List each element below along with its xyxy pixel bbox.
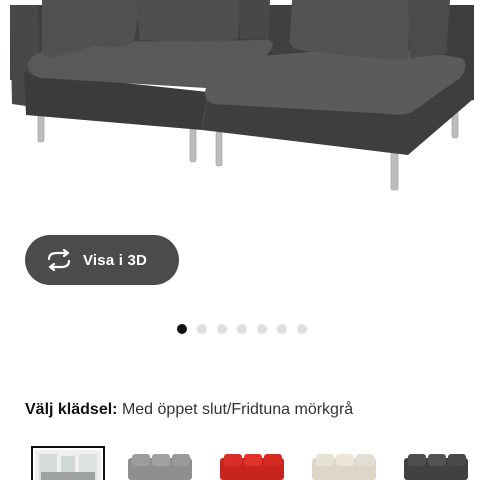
- fabric-swatches: [0, 446, 480, 480]
- swatch-grey[interactable]: [124, 450, 196, 480]
- swatch-red[interactable]: [216, 450, 288, 480]
- fabric-label: Välj klädsel:: [25, 401, 118, 418]
- carousel-dot[interactable]: [217, 324, 227, 334]
- carousel-dot[interactable]: [297, 324, 307, 334]
- view-3d-label: Visa i 3D: [83, 251, 148, 269]
- rotate-3d-icon: [45, 249, 73, 271]
- swatch-beige[interactable]: [308, 450, 380, 480]
- product-image[interactable]: [0, 0, 480, 220]
- carousel-dot[interactable]: [257, 324, 267, 334]
- swatch-dark-grey[interactable]: [400, 450, 472, 480]
- swatch-room-photo[interactable]: [31, 446, 105, 480]
- carousel-dot[interactable]: [237, 324, 247, 334]
- carousel-dot[interactable]: [177, 324, 187, 334]
- view-3d-button[interactable]: Visa i 3D: [25, 235, 179, 285]
- fabric-selection: Välj klädsel: Med öppet slut/Fridtuna mö…: [25, 401, 353, 419]
- carousel-dots: [177, 324, 307, 334]
- fabric-value: Med öppet slut/Fridtuna mörkgrå: [121, 401, 354, 418]
- carousel-dot[interactable]: [277, 324, 287, 334]
- carousel-dot[interactable]: [197, 324, 207, 334]
